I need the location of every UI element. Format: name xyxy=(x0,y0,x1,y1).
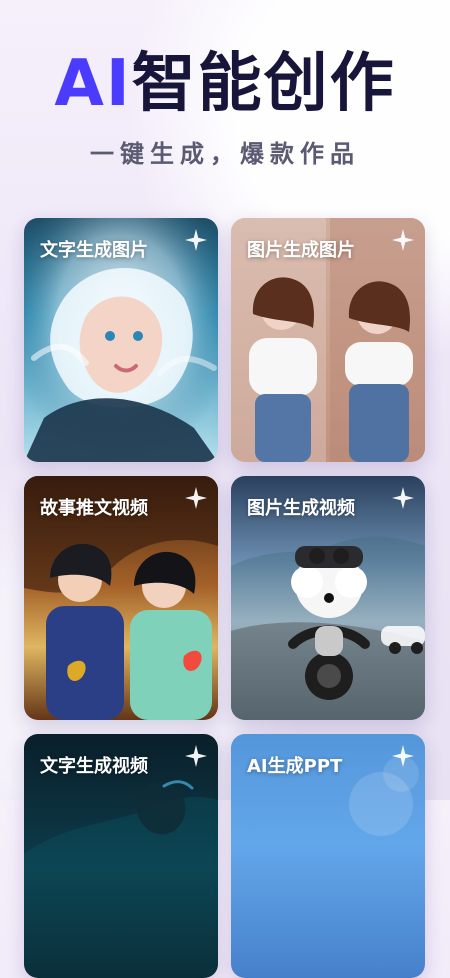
hero-header: AI智能创作 一键生成，爆款作品 xyxy=(0,52,450,169)
feature-grid: 文字生成图片 图片生成图片 故事推文视频 图片生成视频 文字生成视频 AI生成P… xyxy=(24,218,426,978)
feature-card-image-to-image[interactable]: 图片生成图片 xyxy=(231,218,425,462)
sparkle-icon xyxy=(391,486,415,510)
card-label: 图片生成图片 xyxy=(247,240,355,261)
sparkle-icon xyxy=(391,744,415,768)
feature-card-text-to-video[interactable]: 文字生成视频 xyxy=(24,734,218,978)
card-label: AI生成PPT xyxy=(247,756,343,777)
card-label: 图片生成视频 xyxy=(247,498,355,519)
sparkle-icon xyxy=(391,228,415,252)
sparkle-icon xyxy=(184,228,208,252)
feature-card-ai-ppt[interactable]: AI生成PPT xyxy=(231,734,425,978)
feature-card-image-to-video[interactable]: 图片生成视频 xyxy=(231,476,425,720)
feature-card-story-video[interactable]: 故事推文视频 xyxy=(24,476,218,720)
card-label: 文字生成图片 xyxy=(40,240,148,261)
card-label: 故事推文视频 xyxy=(40,498,148,519)
title-main: 智能创作 xyxy=(131,47,396,121)
title-ai: AI xyxy=(54,47,132,121)
feature-card-text-to-image[interactable]: 文字生成图片 xyxy=(24,218,218,462)
page-title: AI智能创作 xyxy=(0,52,450,116)
card-label: 文字生成视频 xyxy=(40,756,148,777)
sparkle-icon xyxy=(184,744,208,768)
sparkle-icon xyxy=(184,486,208,510)
page-subtitle: 一键生成，爆款作品 xyxy=(90,140,360,168)
